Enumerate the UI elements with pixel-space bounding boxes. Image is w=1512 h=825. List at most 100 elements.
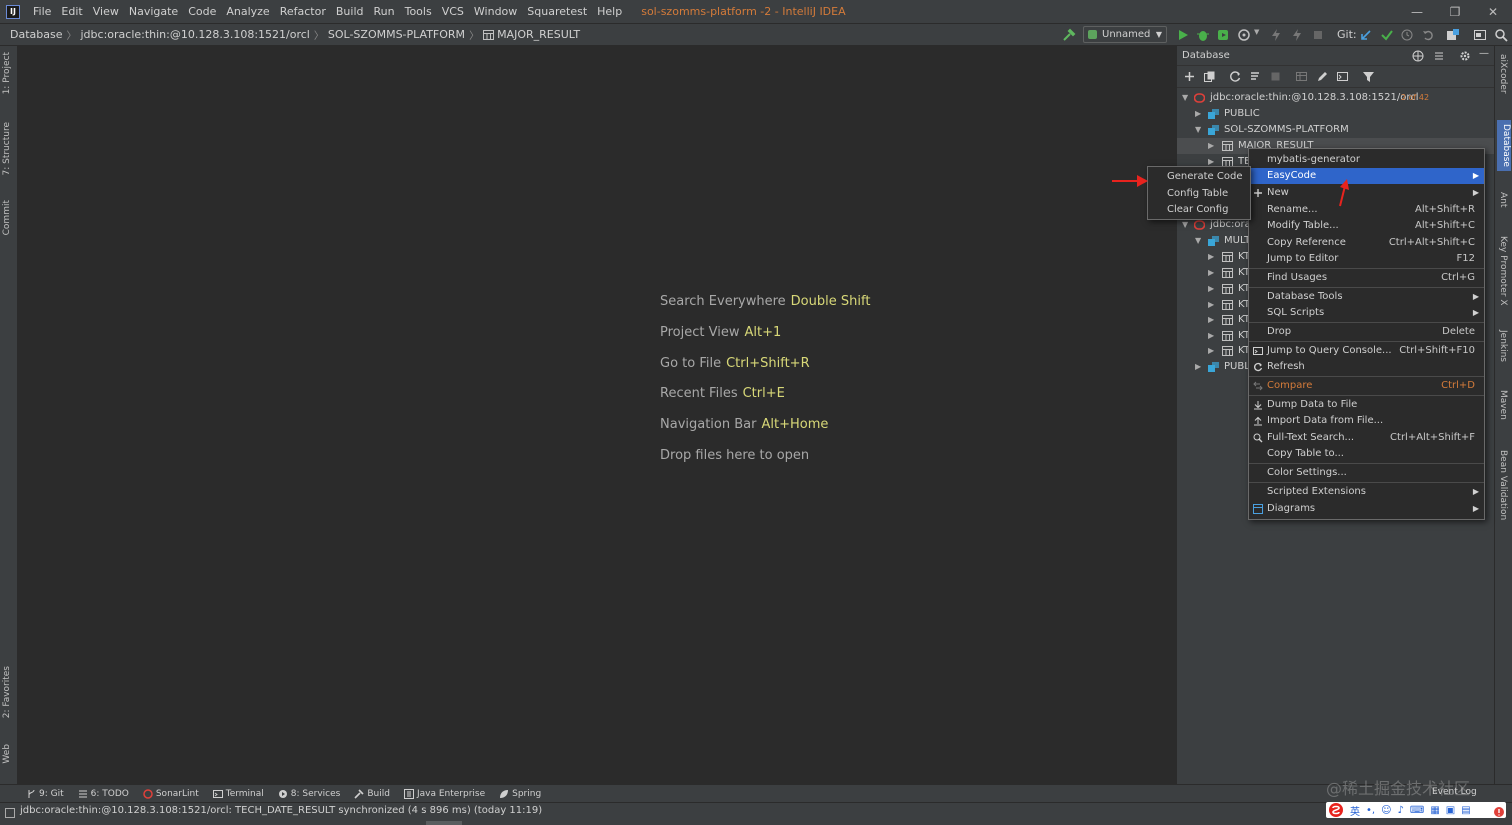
menu-item-rename[interactable]: Rename... Alt+Shift+R bbox=[1249, 202, 1484, 218]
tab-bean-validation[interactable]: Bean Validation bbox=[1498, 450, 1508, 520]
menu-item-database-tools[interactable]: Database Tools ▶ bbox=[1249, 289, 1484, 305]
lightning-alt-icon[interactable] bbox=[1290, 28, 1304, 42]
git-update-icon[interactable] bbox=[1359, 28, 1373, 42]
breadcrumb-table[interactable]: MAJOR_RESULT bbox=[497, 28, 580, 41]
chevron-right-icon[interactable]: ▶ bbox=[1208, 312, 1214, 328]
stop-icon[interactable] bbox=[1269, 70, 1282, 83]
filter-icon[interactable] bbox=[1362, 70, 1375, 83]
run-configuration-select[interactable]: Unnamed ▼ bbox=[1083, 26, 1167, 43]
console-icon[interactable] bbox=[1336, 70, 1349, 83]
chevron-down-icon[interactable]: ▼ bbox=[1254, 28, 1268, 42]
restore-button[interactable]: ❐ bbox=[1436, 0, 1474, 24]
tab-spring[interactable]: Spring bbox=[499, 789, 541, 799]
menu-item-dump-data-to-file[interactable]: Dump Data to File bbox=[1249, 397, 1484, 413]
menu-item-modify-table[interactable]: Modify Table... Alt+Shift+C bbox=[1249, 218, 1484, 234]
presentation-icon[interactable] bbox=[1473, 28, 1487, 42]
schema-sync-icon[interactable] bbox=[1249, 70, 1262, 83]
menu-edit[interactable]: Edit bbox=[56, 0, 87, 24]
run-icon[interactable] bbox=[1176, 28, 1190, 42]
status-message[interactable]: jdbc:oracle:thin:@10.128.3.108:1521/orcl… bbox=[20, 805, 542, 816]
menu-item-mybatis-generator[interactable]: mybatis-generator bbox=[1249, 152, 1484, 168]
menu-item-diagrams[interactable]: Diagrams ▶ bbox=[1249, 501, 1484, 517]
menu-item-easycode[interactable]: EasyCode ▶ bbox=[1249, 168, 1484, 184]
toolbox-icon[interactable]: ▣ bbox=[1446, 805, 1455, 816]
tree-schema-node[interactable]: ▶ PUBLIC bbox=[1177, 106, 1495, 122]
menu-window[interactable]: Window bbox=[469, 0, 522, 24]
chevron-down-icon[interactable]: ▼ bbox=[1182, 90, 1188, 106]
submenu-item-clear-config[interactable]: Clear Config bbox=[1148, 202, 1250, 218]
git-commit-icon[interactable] bbox=[1380, 28, 1394, 42]
breadcrumb-database[interactable]: Database bbox=[10, 28, 63, 41]
menu-item-find-usages[interactable]: Find Usages Ctrl+G bbox=[1249, 270, 1484, 286]
refresh-icon[interactable] bbox=[1229, 70, 1242, 83]
menu-analyze[interactable]: Analyze bbox=[221, 0, 274, 24]
project-structure-icon[interactable] bbox=[1446, 28, 1460, 42]
gear-icon[interactable] bbox=[1459, 50, 1471, 62]
editor-empty-area[interactable]: Search Everywhere Double Shift Project Vi… bbox=[18, 46, 1176, 784]
menu-vcs[interactable]: VCS bbox=[437, 0, 469, 24]
tab-todo[interactable]: 6: TODO bbox=[78, 789, 129, 799]
chevron-right-icon[interactable]: ▶ bbox=[1208, 249, 1214, 265]
menu-item-import-data-from-file[interactable]: Import Data from File... bbox=[1249, 413, 1484, 429]
tab-key-promoter[interactable]: Key Promoter X bbox=[1498, 236, 1508, 306]
menu-navigate[interactable]: Navigate bbox=[124, 0, 183, 24]
menu-file[interactable]: File bbox=[28, 0, 56, 24]
menu-view[interactable]: View bbox=[88, 0, 124, 24]
stop-icon[interactable] bbox=[1311, 28, 1325, 42]
chevron-down-icon[interactable]: ▼ bbox=[1195, 233, 1201, 249]
submenu-item-generate-code[interactable]: Generate Code bbox=[1148, 169, 1250, 185]
tab-sonarlint[interactable]: SonarLint bbox=[143, 789, 199, 799]
menu-item-color-settings[interactable]: Color Settings... bbox=[1249, 465, 1484, 481]
menu-item-copy-table-to[interactable]: Copy Table to... bbox=[1249, 446, 1484, 462]
table-view-icon[interactable] bbox=[1295, 70, 1308, 83]
debug-icon[interactable] bbox=[1196, 28, 1210, 42]
minimize-button[interactable]: — bbox=[1398, 0, 1436, 24]
menu-grid-icon[interactable]: ▤ bbox=[1461, 805, 1470, 816]
tab-aixcoder[interactable]: aiXcoder bbox=[1498, 54, 1508, 94]
add-icon[interactable] bbox=[1183, 70, 1196, 83]
tab-git[interactable]: 9: Git bbox=[26, 789, 64, 799]
tab-terminal[interactable]: Terminal bbox=[212, 789, 264, 799]
menu-item-scripted-extensions[interactable]: Scripted Extensions ▶ bbox=[1249, 484, 1484, 500]
tab-maven[interactable]: Maven bbox=[1498, 390, 1508, 420]
chevron-right-icon[interactable]: ▶ bbox=[1195, 106, 1201, 122]
tab-services[interactable]: 8: Services bbox=[278, 789, 340, 799]
menu-item-full-text-search[interactable]: Full-Text Search... Ctrl+Alt+Shift+F bbox=[1249, 430, 1484, 446]
menu-item-jump-to-query-console[interactable]: Jump to Query Console... Ctrl+Shift+F10 bbox=[1249, 343, 1484, 359]
keyboard-icon[interactable]: ⌨ bbox=[1410, 805, 1424, 816]
skin-icon[interactable]: ▦ bbox=[1430, 805, 1439, 816]
submenu-item-config-table[interactable]: Config Table bbox=[1148, 186, 1250, 202]
hide-panel-icon[interactable]: — bbox=[1479, 48, 1489, 59]
tab-ant[interactable]: Ant bbox=[1498, 192, 1508, 207]
tab-build[interactable]: Build bbox=[354, 789, 390, 799]
rollback-icon[interactable] bbox=[1421, 28, 1435, 42]
error-indicator-icon[interactable] bbox=[1493, 806, 1505, 818]
ime-toolbar[interactable]: 英 •, ☺ ♪ ⌨ ▦ ▣ ▤ bbox=[1326, 802, 1506, 818]
breadcrumb-connection[interactable]: jdbc:oracle:thin:@10.128.3.108:1521/orcl bbox=[81, 28, 310, 41]
search-icon[interactable] bbox=[1494, 28, 1508, 42]
edit-icon[interactable] bbox=[1316, 70, 1329, 83]
tab-favorites[interactable]: 2: Favorites bbox=[2, 666, 12, 718]
chevron-right-icon[interactable]: ▶ bbox=[1208, 343, 1214, 359]
event-log-button[interactable]: Event Log bbox=[1432, 787, 1477, 797]
emoji-icon[interactable]: ☺ bbox=[1381, 805, 1391, 816]
tab-jenkins[interactable]: Jenkins bbox=[1498, 330, 1508, 362]
punctuation-icon[interactable]: •, bbox=[1366, 805, 1375, 816]
history-icon[interactable] bbox=[1400, 28, 1414, 42]
breadcrumb-schema[interactable]: SOL-SZOMMS-PLATFORM bbox=[328, 28, 465, 41]
chevron-right-icon[interactable]: ▶ bbox=[1208, 328, 1214, 344]
menu-help[interactable]: Help bbox=[592, 0, 627, 24]
menu-tools[interactable]: Tools bbox=[400, 0, 437, 24]
chevron-right-icon[interactable]: ▶ bbox=[1195, 359, 1201, 375]
tab-java-enterprise[interactable]: Java Enterprise bbox=[403, 788, 485, 799]
menu-item-compare[interactable]: Compare Ctrl+D bbox=[1249, 378, 1484, 394]
menu-refactor[interactable]: Refactor bbox=[275, 0, 331, 24]
menu-item-jump-to-editor[interactable]: Jump to Editor F12 bbox=[1249, 251, 1484, 267]
globe-icon[interactable] bbox=[1412, 50, 1424, 62]
menu-item-refresh[interactable]: Refresh bbox=[1249, 359, 1484, 375]
build-hammer-icon[interactable] bbox=[1062, 28, 1076, 42]
chevron-right-icon[interactable]: ▶ bbox=[1208, 265, 1214, 281]
close-window-button[interactable]: ✕ bbox=[1474, 0, 1512, 24]
chevron-right-icon[interactable]: ▶ bbox=[1208, 281, 1214, 297]
tree-connection-node[interactable]: ▼ jdbc:oracle:thin:@10.128.3.108:1521/or… bbox=[1177, 90, 1495, 106]
